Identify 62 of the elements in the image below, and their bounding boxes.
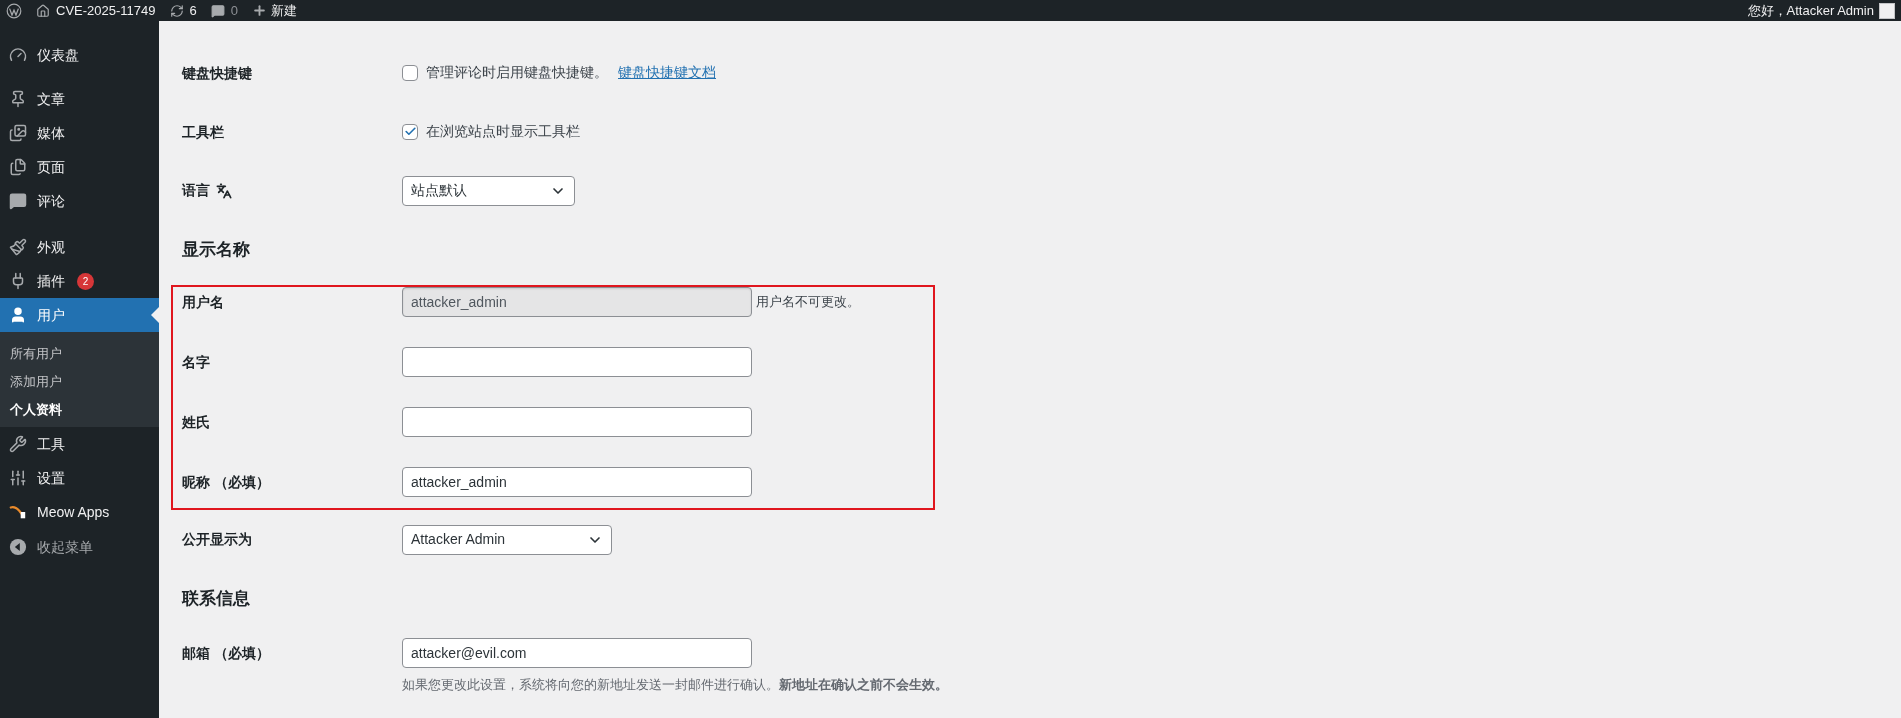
sidebar-item[interactable]: 媒体	[0, 116, 159, 150]
site-name-link[interactable]: CVE-2025-11749	[56, 0, 156, 21]
sidebar-item[interactable]: 用户	[0, 298, 159, 332]
collapse-icon	[9, 538, 27, 556]
sidebar-item[interactable]: 仪表盘	[0, 38, 159, 72]
checkbox-label: 在浏览站点时显示工具栏	[426, 122, 580, 141]
text-field[interactable]: attacker@evil.com	[402, 638, 752, 668]
curve-icon	[9, 503, 27, 521]
submenu-item[interactable]: 所有用户	[0, 340, 159, 368]
user-icon	[9, 306, 27, 324]
field-label: 用户名	[182, 294, 224, 310]
sidebar-item[interactable]: 页面	[0, 150, 159, 184]
wrench-icon	[9, 435, 27, 453]
sidebar-item[interactable]: 评论	[0, 184, 159, 218]
sidebar-item[interactable]: 工具	[0, 427, 159, 461]
select-dropdown[interactable]: Attacker Admin	[402, 524, 612, 555]
field-label: 邮箱 （必填）	[182, 645, 270, 661]
paintbrush-icon	[9, 238, 27, 256]
plus-icon[interactable]	[251, 3, 267, 18]
section-heading: 联系信息	[182, 587, 250, 610]
pin-icon	[9, 90, 27, 108]
new-link[interactable]: 新建	[270, 0, 297, 21]
field-label: 姓氏	[182, 414, 210, 430]
sidebar-item[interactable]: 插件 2	[0, 264, 159, 298]
checkbox-label: 管理评论时启用键盘快捷键。	[426, 63, 608, 82]
update-badge: 2	[77, 272, 94, 290]
speech-bubble-icon	[9, 192, 27, 210]
sidebar-item[interactable]: 文章	[0, 82, 159, 116]
field-description: 如果您更改此设置，系统将向您的新地址发送一封邮件进行确认。新地址在确认之前不会生效。	[402, 676, 948, 694]
gauge-icon	[9, 46, 27, 64]
field-label: 名字	[182, 354, 210, 370]
sidebar-item[interactable]: 外观	[0, 230, 159, 264]
updates-count[interactable]: 6	[189, 0, 197, 21]
field-label: 昵称 （必填）	[182, 474, 270, 490]
field-label: 键盘快捷键	[182, 64, 252, 81]
section-heading: 显示名称	[182, 238, 250, 261]
check-icon	[403, 125, 417, 138]
submenu-item[interactable]: 添加用户	[0, 368, 159, 396]
home-icon[interactable]	[36, 3, 50, 18]
field-note: 用户名不可更改。	[756, 293, 860, 312]
speech-bubble-icon[interactable]	[210, 3, 225, 18]
field-label: 语言	[182, 181, 210, 200]
checkbox[interactable]	[402, 123, 418, 140]
collapse-menu-button[interactable]: 收起菜单	[0, 530, 159, 564]
sliders-icon	[9, 469, 27, 487]
translate-icon	[216, 182, 232, 199]
select-dropdown[interactable]: 站点默认	[402, 175, 575, 206]
greeting-link[interactable]: 您好，Attacker Admin	[1747, 0, 1874, 21]
wordpress-logo-icon[interactable]	[6, 2, 22, 19]
checkbox[interactable]	[402, 64, 418, 81]
comments-count[interactable]: 0	[230, 0, 238, 21]
pages-icon	[9, 158, 27, 176]
field-label: 工具栏	[182, 123, 224, 140]
current-pointer	[151, 307, 159, 323]
avatar[interactable]	[1879, 2, 1895, 19]
documentation-link[interactable]: 键盘快捷键文档	[618, 62, 716, 83]
field-label: 公开显示为	[182, 530, 252, 549]
refresh-icon[interactable]	[169, 3, 184, 18]
submenu-item[interactable]: 个人资料	[0, 396, 159, 424]
images-icon	[9, 124, 27, 142]
sidebar-item[interactable]: Meow Apps	[0, 495, 159, 529]
sidebar-item[interactable]: 设置	[0, 461, 159, 495]
